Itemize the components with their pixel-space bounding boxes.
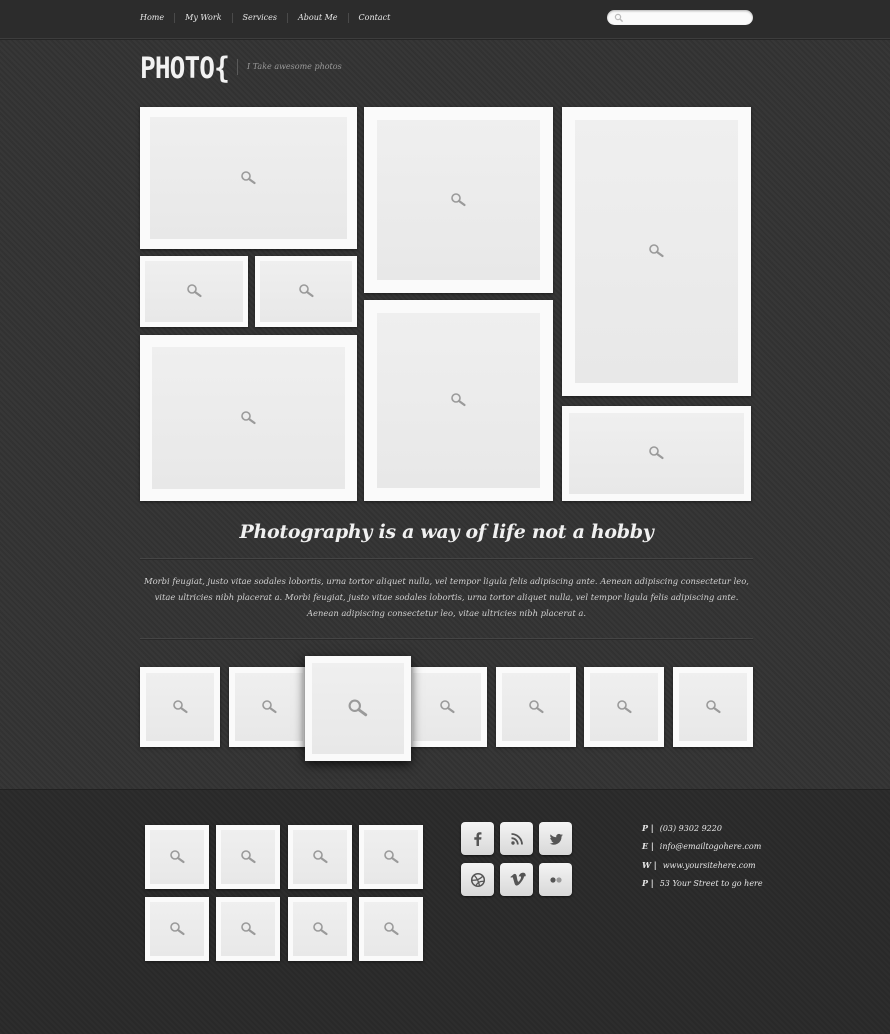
carousel-thumbnail[interactable] [140,667,220,747]
rss-icon [510,832,523,845]
gallery-photo[interactable] [140,107,357,249]
zoom-icon [240,921,256,935]
footer-thumbnail[interactable] [216,897,280,961]
flickr-button[interactable] [539,863,572,896]
nav-my-work-link[interactable]: My Work [185,12,221,24]
footer-thumbnail[interactable] [288,825,352,889]
rss-button[interactable] [500,822,533,855]
divider [140,558,753,559]
carousel-thumbnail[interactable] [673,667,753,747]
main-nav: Home My Work Services About Me Contact [140,12,390,24]
gallery-photo[interactable] [364,300,553,501]
gallery-photo[interactable] [255,256,357,327]
zoom-icon [240,849,256,863]
gallery-photo[interactable] [562,107,751,396]
carousel-thumbnail[interactable] [229,667,309,747]
footer: P | (03) 9302 9220 E | info@emailtogohere.… [0,789,890,1034]
zoom-icon [172,699,188,713]
dribbble-icon [470,872,485,887]
vimeo-icon [509,872,526,886]
facebook-icon [473,831,481,846]
contact-value[interactable]: info@emailtogohere.com [660,842,762,851]
page-headline: Photography is a way of life not a hobby [239,521,654,543]
nav-about-me-link[interactable]: About Me [298,12,338,24]
nav-divider [174,13,176,23]
contact-label: P | [642,878,654,888]
nav-divider [286,13,288,23]
search-icon [614,13,624,23]
nav-services-link[interactable]: Services [243,12,277,24]
gallery-photo[interactable] [364,107,553,293]
twitter-button[interactable] [539,822,572,855]
zoom-icon [169,849,185,863]
site-logo[interactable]: PHOTO{ [140,51,230,85]
footer-thumbnail[interactable] [216,825,280,889]
footer-thumbnail[interactable] [288,897,352,961]
intro-text: Morbi feugiat, justo vitae sodales lobor… [144,576,749,618]
vimeo-button[interactable] [500,863,533,896]
zoom-icon [383,849,399,863]
gallery-photo[interactable] [562,406,751,501]
contact-label: W | [642,860,657,870]
nav-home-link[interactable]: Home [140,12,164,24]
nav-divider [231,13,233,23]
zoom-icon [649,446,664,460]
top-bar: Home My Work Services About Me Contact [0,0,890,39]
search-box[interactable] [607,10,753,25]
zoom-icon [705,699,721,713]
zoom-icon [241,410,256,424]
carousel-thumbnail[interactable] [496,667,576,747]
footer-thumbnail[interactable] [359,897,423,961]
zoom-icon [528,699,544,713]
zoom-icon [439,699,455,713]
contact-website: W | www.yoursitehere.com [642,860,756,870]
contact-address: P | 53 Your Street to go here [642,878,763,888]
zoom-icon [312,921,328,935]
nav-contact-link[interactable]: Contact [359,12,391,24]
zoom-icon [649,244,664,258]
zoom-icon [451,192,466,206]
carousel-thumbnail-selected[interactable] [305,656,411,761]
zoom-icon [312,849,328,863]
logo-divider [237,59,238,75]
contact-label: P | [642,823,654,833]
zoom-icon [616,699,632,713]
flickr-icon [549,876,562,883]
footer-thumbnail[interactable] [359,825,423,889]
footer-thumbnail[interactable] [145,825,209,889]
contact-value[interactable]: www.yoursitehere.com [663,861,756,870]
divider [140,638,753,639]
gallery-photo[interactable] [140,256,248,327]
site-tagline: I Take awesome photos [247,62,342,71]
zoom-icon [241,170,256,184]
facebook-button[interactable] [461,822,494,855]
footer-thumbnail[interactable] [145,897,209,961]
contact-value: (03) 9302 9220 [659,824,722,833]
search-input[interactable] [625,11,745,24]
twitter-icon [549,833,563,845]
zoom-icon [383,921,399,935]
contact-email: E | info@emailtogohere.com [642,841,761,851]
zoom-icon [169,921,185,935]
zoom-icon [186,284,202,298]
nav-divider [347,13,349,23]
contact-value: 53 Your Street to go here [659,879,763,888]
carousel-thumbnail[interactable] [584,667,664,747]
contact-label: E | [642,841,654,851]
carousel-thumbnail[interactable] [407,667,487,747]
zoom-icon [451,393,466,407]
zoom-icon [261,699,277,713]
gallery-photo[interactable] [140,335,357,501]
zoom-icon [298,284,314,298]
dribbble-button[interactable] [461,863,494,896]
contact-phone: P | (03) 9302 9220 [642,823,722,833]
zoom-icon [348,699,368,716]
